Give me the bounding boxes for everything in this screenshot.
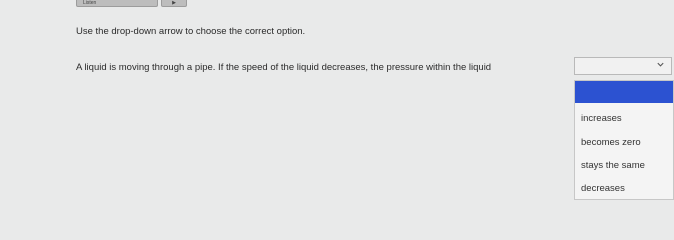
chevron-down-icon: [656, 60, 665, 71]
instruction-text: Use the drop-down arrow to choose the co…: [76, 26, 306, 37]
dropdown-option-blank[interactable]: [575, 81, 673, 103]
play-icon: ▶: [172, 0, 176, 6]
listen-button[interactable]: Listen: [76, 0, 158, 7]
dropdown-menu: increases becomes zero stays the same de…: [574, 80, 674, 200]
listen-label: Listen: [83, 0, 97, 6]
answer-dropdown[interactable]: [574, 57, 672, 75]
dropdown-option-increases[interactable]: increases: [575, 108, 673, 130]
audio-toolbar: Listen ▶: [76, 0, 187, 8]
dropdown-option-becomes-zero[interactable]: becomes zero: [575, 132, 673, 154]
dropdown-option-stays-the-same[interactable]: stays the same: [575, 155, 673, 177]
question-text: A liquid is moving through a pipe. If th…: [76, 62, 492, 73]
dropdown-option-decreases[interactable]: decreases: [575, 178, 673, 200]
play-button[interactable]: ▶: [161, 0, 187, 7]
